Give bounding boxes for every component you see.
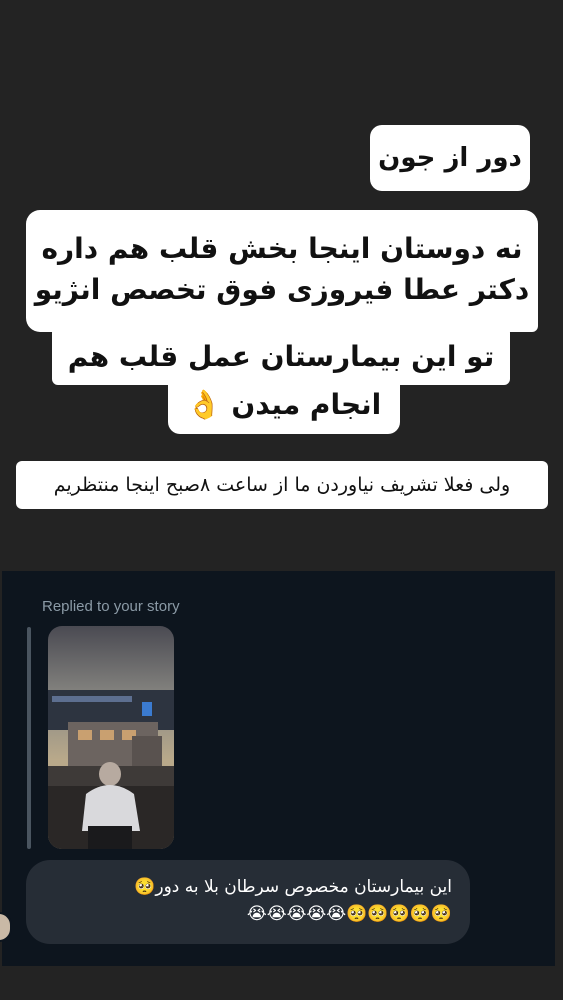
- story-thumbnail[interactable]: [48, 626, 174, 849]
- story-caption-2-line4: انجام میدن 👌: [168, 378, 400, 434]
- story-caption-2-line2: دکتر عطا فیروزی فوق تخصص انژیو: [34, 273, 530, 306]
- replied-to-story-label: Replied to your story: [42, 598, 180, 615]
- story-caption-2: نه دوستان اینجا بخش قلب هم داره دکتر عطا…: [26, 210, 538, 332]
- story-caption-2-line3: تو این بیمارستان عمل قلب هم: [52, 327, 510, 385]
- reply-message-line2: 🥺🥺🥺🥺🥺😭😭😭😭😭: [246, 904, 452, 924]
- quote-bar: [27, 627, 31, 849]
- story-caption-2-line1: نه دوستان اینجا بخش قلب هم داره: [41, 232, 523, 265]
- story-caption-3: ولی فعلا تشریف نیاوردن ما از ساعت ۸صبح ا…: [16, 461, 548, 509]
- reply-message-line1: این بیمارستان مخصوص سرطان بلا به دور🥺: [134, 877, 452, 897]
- hospital-photo: [48, 626, 174, 849]
- reply-message-bubble[interactable]: این بیمارستان مخصوص سرطان بلا به دور🥺 🥺🥺…: [26, 860, 470, 944]
- story-caption-1: دور از جون: [370, 125, 530, 191]
